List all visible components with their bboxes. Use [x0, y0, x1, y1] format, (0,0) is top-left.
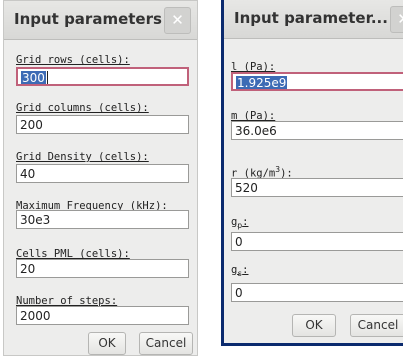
dialog-titlebar[interactable]: Input parameter... ✕ — [224, 0, 403, 39]
material-parameters-dialog: Input parameter... ✕ l (Pa): 1.925e9 m (… — [221, 0, 403, 346]
grid-density-input[interactable]: 40 — [16, 164, 189, 183]
mu-input[interactable]: 36.0e6 — [231, 121, 403, 140]
grid-density-label: Grid Density (cells): — [16, 151, 149, 163]
gamma-s-label: gs: — [231, 264, 249, 279]
gamma-p-label: gp: — [231, 216, 249, 231]
number-of-steps-input[interactable]: 2000 — [16, 306, 189, 325]
cancel-button[interactable]: Cancel — [139, 332, 193, 355]
gamma-s-input[interactable]: 0 — [231, 283, 403, 302]
gamma-p-input[interactable]: 0 — [231, 232, 403, 251]
dialog-title: Input parameter... — [234, 9, 388, 27]
ok-button[interactable]: OK — [292, 314, 336, 337]
grid-columns-input[interactable]: 200 — [16, 115, 189, 134]
max-frequency-input[interactable]: 30e3 — [16, 210, 189, 229]
cells-pml-input[interactable]: 20 — [16, 259, 189, 278]
close-icon[interactable]: ✕ — [164, 7, 191, 34]
cancel-button[interactable]: Cancel — [350, 314, 403, 337]
dialog-title: Input parameters ... — [14, 10, 185, 28]
rho-input[interactable]: 520 — [231, 178, 403, 197]
grid-columns-label: Grid columns (cells): — [16, 102, 149, 114]
grid-rows-input[interactable]: 300 — [16, 67, 189, 86]
close-icon[interactable]: ✕ — [390, 6, 403, 33]
grid-parameters-dialog: Input parameters ... ✕ Grid rows (cells)… — [3, 0, 198, 356]
dialog-titlebar[interactable]: Input parameters ... ✕ — [4, 1, 197, 40]
lambda-input[interactable]: 1.925e9 — [231, 72, 403, 91]
ok-button[interactable]: OK — [88, 332, 126, 355]
grid-rows-label: Grid rows (cells): — [16, 54, 130, 66]
